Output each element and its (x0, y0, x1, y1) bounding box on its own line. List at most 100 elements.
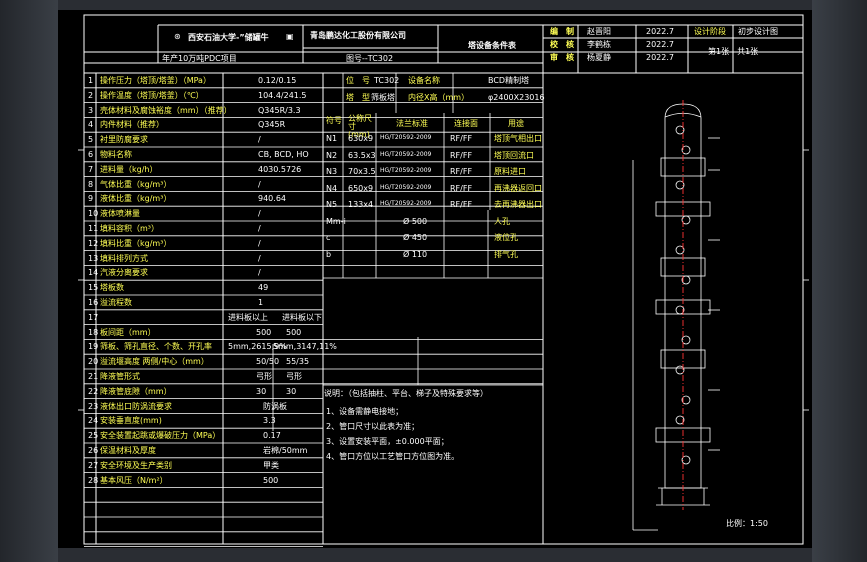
nozzle-std: HG/T20592-2009 (380, 200, 432, 207)
param-upper-value: 50/50 (256, 357, 280, 367)
param-label: 溢流堰高度 两侧/中心（mm） (100, 357, 209, 367)
nozzle-no: N5 (326, 200, 338, 209)
project-name: 年产10万吨PDC项目 (162, 54, 237, 63)
signoff-role: 编 制 (550, 27, 574, 36)
nozzle-use: 再沸器返回口 (494, 183, 542, 193)
tower-type-label: 塔 型 (346, 93, 370, 102)
param-label: 物料名称 (100, 150, 132, 159)
nozzle-std: HG/T20592-2009 (380, 134, 432, 141)
nozzle-header-use: 用途 (508, 119, 524, 128)
param-no: 25 (88, 431, 99, 441)
signoff-date: 2022.7 (646, 40, 674, 49)
param-label: 基本风压（N/m²） (100, 475, 168, 485)
param-value: 1 (258, 298, 264, 307)
param-no: 10 (88, 209, 99, 219)
signoff-role: 审 核 (550, 53, 574, 62)
nozzle-no: N4 (326, 183, 338, 193)
signoff-name: 李鹤栋 (587, 40, 611, 49)
nozzle-size: 630x9 (348, 134, 374, 143)
param-label: 液体喷淋量 (100, 209, 140, 219)
param-value: / (258, 224, 261, 233)
param-label: 液体出口防涡流要求 (100, 401, 172, 411)
signoff-role: 校 核 (550, 40, 574, 49)
param-no: 12 (88, 238, 99, 248)
cad-left-margin (0, 0, 58, 562)
nozzle-header-std: 法兰标准 (396, 119, 428, 128)
param-no: 11 (88, 224, 99, 233)
param-label: 内件材料（推荐） (100, 120, 164, 130)
param-label: 塔板数 (100, 283, 124, 293)
university-name: 西安石油大学-”储罐牛 (188, 33, 269, 42)
param-lower-value: 500 (286, 327, 302, 337)
param-value: Q345R (258, 120, 286, 130)
drawing-sheet: ⊛ 西安石油大学-”储罐牛 ▣ 青岛鹏达化工股份有限公司 年产10万吨PDC项目… (58, 10, 812, 548)
nozzle-header-face: 连接面 (454, 119, 478, 128)
dimension-value: φ2400X23016 (488, 93, 545, 102)
nozzle-use: 原料进口 (494, 167, 526, 176)
param-label: 板间距（mm） (100, 327, 156, 337)
nozzle-no: Mm-i (326, 216, 346, 226)
cad-right-margin (812, 0, 867, 562)
nozzle-size: Ø 500 (403, 216, 428, 226)
param-upper-value: 500 (256, 327, 272, 337)
param-lower-value: 5mm,3147,11% (273, 342, 337, 352)
nozzle-std: HG/T20592-2009 (380, 150, 432, 158)
nozzle-face: RF/FF (450, 167, 473, 176)
signoff-name: 赵晋阳 (587, 27, 611, 36)
tag-label: 位 号 (346, 76, 370, 85)
equipment-name-value: BCD精制塔 (488, 76, 530, 85)
lower-section-label: 进料板以下 (282, 312, 322, 322)
param-value: Q345R/3.3 (258, 105, 301, 115)
upper-section-label: 进料板以上 (228, 312, 268, 322)
param-no: 14 (88, 268, 99, 278)
param-value: 940.64 (258, 194, 286, 204)
param-label: 汽液分离要求 (100, 268, 148, 278)
nozzle-use: 去再沸器出口 (494, 200, 542, 209)
param-value: / (258, 179, 261, 189)
param-label: 降液管形式 (100, 372, 140, 381)
param-no: 17 (88, 312, 99, 322)
param-no: 4 (88, 120, 94, 130)
signoff-phase-label: 设计阶段 (694, 27, 726, 36)
nozzle-std: HG/T20592-2009 (380, 183, 432, 191)
nozzle-std: HG/T20592-2009 (380, 167, 432, 174)
param-value: 防涡板 (263, 401, 287, 411)
cad-status-strip (0, 548, 867, 562)
param-no: 27 (88, 460, 99, 470)
param-label: 填料排列方式 (100, 253, 148, 263)
signoff-date: 2022.7 (646, 27, 674, 36)
param-no: 2 (88, 90, 94, 100)
equipment-name-label: 设备名称 (408, 76, 440, 85)
nozzle-size: Ø 450 (403, 233, 428, 242)
note-item: 4、管口方位以工艺管口方位图为准。 (326, 452, 460, 461)
param-value: / (258, 253, 261, 263)
param-label: 进料量（kg/h） (100, 164, 158, 174)
param-label: 壳体材料及腐蚀裕度（mm）（推荐） (100, 105, 232, 115)
param-label: 筛板、筛孔直径、个数、开孔率 (100, 342, 212, 352)
param-lower-value: 55/35 (286, 357, 310, 367)
param-label: 衬里防腐要求 (100, 135, 148, 145)
param-value: / (258, 209, 261, 219)
nozzle-use: 人孔 (494, 216, 510, 226)
param-no: 9 (88, 194, 94, 204)
param-label: 气体比重（kg/m³） (100, 179, 172, 189)
param-value: 3.3 (263, 416, 276, 426)
nozzle-no: N3 (326, 167, 338, 176)
tag-value: TC302 (374, 76, 400, 85)
param-no: 26 (88, 446, 99, 455)
param-value: 甲类 (263, 460, 279, 470)
tower-type-value: 筛板塔 (371, 93, 395, 102)
cad-toolbar-strip (0, 0, 867, 10)
nozzle-face: RF/FF (450, 183, 473, 193)
param-upper-value: 30 (256, 386, 267, 396)
param-no: 22 (88, 386, 99, 396)
drawing-title: 塔设备条件表 (468, 41, 516, 50)
param-no: 21 (88, 372, 99, 381)
note-item: 2、管口尺寸以此表为准； (326, 422, 420, 431)
drawing-number: 图号--TC302 (346, 54, 394, 63)
param-value: 500 (263, 475, 279, 485)
nozzle-face: RF/FF (450, 150, 473, 160)
param-no: 8 (88, 179, 94, 189)
school-emblem-icon: ▣ (286, 32, 294, 41)
nozzle-face: RF/FF (450, 134, 473, 143)
